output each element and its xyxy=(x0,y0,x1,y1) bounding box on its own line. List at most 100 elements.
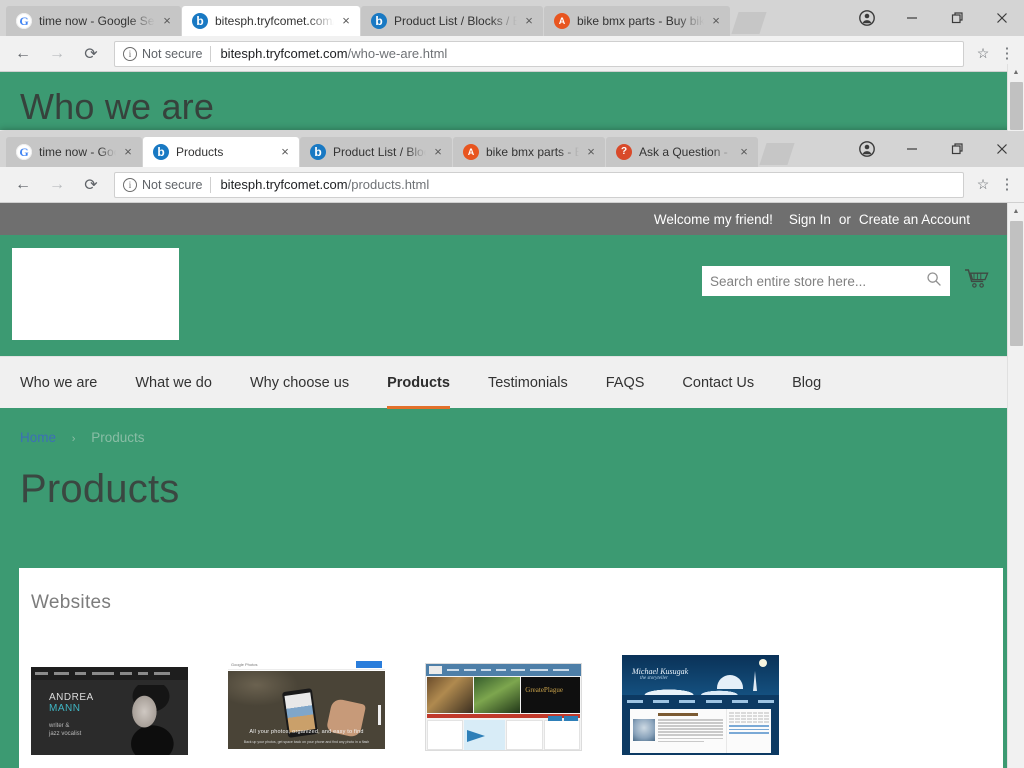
scrollbar-up-arrow[interactable]: ▲ xyxy=(1008,203,1024,220)
minimize-button[interactable] xyxy=(889,133,934,165)
maximize-button[interactable] xyxy=(934,2,979,34)
maximize-button[interactable] xyxy=(934,133,979,165)
thumb-subtitle: the storyteller xyxy=(640,676,668,681)
background-window-scrollbar[interactable]: ▲ xyxy=(1007,64,1024,131)
nav-item-products[interactable]: Products xyxy=(387,357,450,409)
address-bar[interactable]: i Not secure bitesph.tryfcomet.com/produ… xyxy=(114,171,964,198)
hero-tile-2 xyxy=(474,677,521,713)
site-logo[interactable] xyxy=(12,248,179,340)
forward-button[interactable]: → xyxy=(40,39,74,69)
chrome-menu-icon[interactable]: ⋮ xyxy=(996,177,1018,192)
magento-icon xyxy=(153,144,169,160)
bookmark-star-icon[interactable]: ☆ xyxy=(970,45,996,62)
nav-item-what-we-do[interactable]: What we do xyxy=(135,357,212,409)
tab-product-list-blocks[interactable]: Product List / Blocks / Elements × xyxy=(300,137,452,167)
tab-time-now-google[interactable]: time now - Google Search × xyxy=(6,137,142,167)
google-icon xyxy=(16,13,32,29)
nav-item-who-we-are[interactable]: Who we are xyxy=(20,357,97,409)
new-tab-button[interactable] xyxy=(759,143,795,165)
tab-time-now-google[interactable]: time now - Google Search × xyxy=(6,6,181,36)
search-box[interactable] xyxy=(702,266,950,296)
nav-item-testimonials[interactable]: Testimonials xyxy=(488,357,568,409)
info-icon[interactable]: i xyxy=(123,177,137,192)
search-input[interactable] xyxy=(710,273,926,289)
window-controls xyxy=(844,131,1024,167)
tab-ask-a-question[interactable]: Ask a Question - Help Center × xyxy=(606,137,758,167)
website-thumbnail-list: ANDREA MANN writer & jazz vocalist Googl… xyxy=(19,614,1003,755)
minimize-button[interactable] xyxy=(889,2,934,34)
scrollbar-thumb[interactable] xyxy=(1010,82,1023,130)
thumbnail-andrea-mann[interactable]: ANDREA MANN writer & jazz vocalist xyxy=(31,667,188,755)
url-path: /products.html xyxy=(347,177,430,192)
bookmark-star-icon[interactable]: ☆ xyxy=(970,176,996,193)
article-area xyxy=(630,709,726,753)
tab-strip-background: time now - Google Search × bitesph.tryfc… xyxy=(0,0,1024,36)
tab-product-list-blocks[interactable]: Product List / Blocks / Elements × xyxy=(361,6,543,36)
or-label: or xyxy=(838,211,851,227)
profile-icon[interactable] xyxy=(844,2,889,34)
nav-item-contact-us[interactable]: Contact Us xyxy=(682,357,754,409)
scrollbar-up-arrow[interactable]: ▲ xyxy=(1008,64,1024,81)
magento-icon xyxy=(371,13,387,29)
close-icon[interactable]: × xyxy=(583,144,599,160)
close-button[interactable] xyxy=(979,2,1024,34)
nav-item-faqs[interactable]: FAQS xyxy=(606,357,645,409)
browser-window-background[interactable]: time now - Google Search × bitesph.tryfc… xyxy=(0,0,1024,130)
url-path: /who-we-are.html xyxy=(347,46,448,61)
close-icon[interactable]: × xyxy=(521,13,537,29)
browser-window-main[interactable]: time now - Google Search × Products × Pr… xyxy=(0,131,1024,768)
chrome-menu-icon[interactable]: ⋮ xyxy=(996,46,1018,61)
hero-photo: All your photos, organized, and easy to … xyxy=(228,671,385,749)
thumb-nav xyxy=(31,667,188,680)
welcome-message: Welcome my friend! xyxy=(653,211,773,227)
close-icon[interactable]: × xyxy=(338,13,354,29)
thumbnail-news-portal[interactable] xyxy=(425,663,582,751)
reload-button[interactable]: ⟳ xyxy=(74,170,108,200)
close-icon[interactable]: × xyxy=(277,144,293,160)
close-icon[interactable]: × xyxy=(736,144,752,160)
thumb-subtitle: writer & jazz vocalist xyxy=(49,723,82,737)
alibaba-icon xyxy=(463,144,479,160)
close-icon[interactable]: × xyxy=(430,144,446,160)
column-2 xyxy=(464,720,506,750)
section-title-websites: Websites xyxy=(31,592,112,613)
url-domain: bitesph.tryfcomet.com xyxy=(220,177,348,192)
nav-item-blog[interactable]: Blog xyxy=(792,357,821,409)
close-icon[interactable]: × xyxy=(159,13,175,29)
thumbnail-google-photos[interactable]: Google Photos All your photos, organized… xyxy=(228,659,385,749)
page-scrollbar[interactable]: ▲ xyxy=(1007,203,1024,768)
profile-icon[interactable] xyxy=(844,133,889,165)
tab-products[interactable]: Products × xyxy=(143,137,299,167)
tab-who-we-are[interactable]: bitesph.tryfcomet.com/who-we-are.html × xyxy=(182,6,360,36)
magento-icon xyxy=(192,13,208,29)
thumb-nav: Google Photos xyxy=(228,659,385,670)
tab-title: Product List / Blocks / Elements xyxy=(394,14,517,28)
shopping-cart-icon[interactable] xyxy=(964,268,990,292)
create-account-link[interactable]: Create an Account xyxy=(859,212,970,227)
forward-button[interactable]: → xyxy=(40,170,74,200)
back-button[interactable]: ← xyxy=(6,170,40,200)
info-icon[interactable]: i xyxy=(123,46,137,61)
close-button[interactable] xyxy=(979,133,1024,165)
new-tab-button[interactable] xyxy=(731,12,767,34)
security-status: Not secure xyxy=(142,46,203,61)
breadcrumb-home[interactable]: Home xyxy=(20,430,56,445)
welcome-bar: Welcome my friend! Sign In or Create an … xyxy=(0,203,1024,236)
close-icon[interactable]: × xyxy=(708,13,724,29)
thumb-body xyxy=(630,709,771,753)
nav-item-why-choose-us[interactable]: Why choose us xyxy=(250,357,349,409)
tab-bike-bmx-parts[interactable]: bike bmx parts - Buy bike bmx parts × xyxy=(544,6,730,36)
close-icon[interactable]: × xyxy=(120,144,136,160)
divider xyxy=(210,45,212,62)
breadcrumb-current: Products xyxy=(91,430,145,445)
back-button[interactable]: ← xyxy=(6,39,40,69)
reload-button[interactable]: ⟳ xyxy=(74,39,108,69)
thumb-caption2: Back up your photos, get space back on y… xyxy=(243,740,370,744)
search-icon[interactable] xyxy=(926,271,942,292)
scrollbar-thumb[interactable] xyxy=(1010,221,1023,346)
address-bar[interactable]: i Not secure bitesph.tryfcomet.com/who-w… xyxy=(114,40,964,67)
thumbnail-michael-kusugak[interactable]: Michael Kusugak the storyteller xyxy=(622,655,779,755)
tab-title: Ask a Question - Help Center xyxy=(639,145,732,159)
tab-bike-bmx-parts[interactable]: bike bmx parts - Buy bike bmx parts × xyxy=(453,137,605,167)
sign-in-link[interactable]: Sign In xyxy=(789,212,831,227)
